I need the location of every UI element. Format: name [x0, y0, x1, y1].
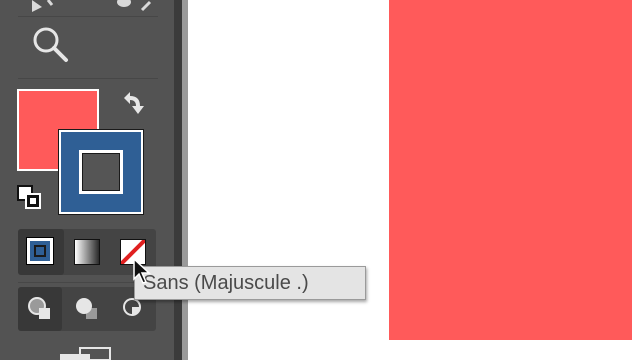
gradient-mode-button[interactable]	[64, 229, 110, 275]
gradient-icon	[74, 239, 100, 265]
tool-panel	[0, 0, 182, 360]
separator	[18, 78, 158, 79]
draw-behind-button[interactable]	[65, 287, 109, 331]
draw-behind-icon	[76, 298, 97, 319]
red-rectangle-shape[interactable]	[389, 0, 632, 340]
panel-border	[182, 0, 188, 360]
stroke-swatch-center	[79, 150, 123, 194]
partial-tool-icons	[32, 0, 152, 12]
panel-divider[interactable]	[174, 0, 182, 360]
screen-mode-icon[interactable]	[60, 344, 112, 360]
stroke-color-swatch[interactable]	[59, 130, 143, 214]
tooltip: Sans (Majuscule .)	[134, 266, 366, 300]
color-mode-icon	[27, 238, 53, 264]
default-fill-stroke-icon[interactable]	[16, 184, 44, 212]
mouse-cursor-icon	[133, 257, 151, 284]
color-mode-button[interactable]	[18, 229, 64, 275]
draw-normal-icon	[28, 297, 50, 319]
color-mode-icon-inner	[34, 245, 46, 257]
tooltip-text: Sans (Majuscule .)	[143, 272, 309, 294]
draw-normal-button[interactable]	[18, 287, 62, 331]
zoom-tool-icon[interactable]	[28, 22, 72, 66]
separator	[18, 16, 158, 17]
swap-arrow-icon[interactable]	[118, 88, 150, 120]
